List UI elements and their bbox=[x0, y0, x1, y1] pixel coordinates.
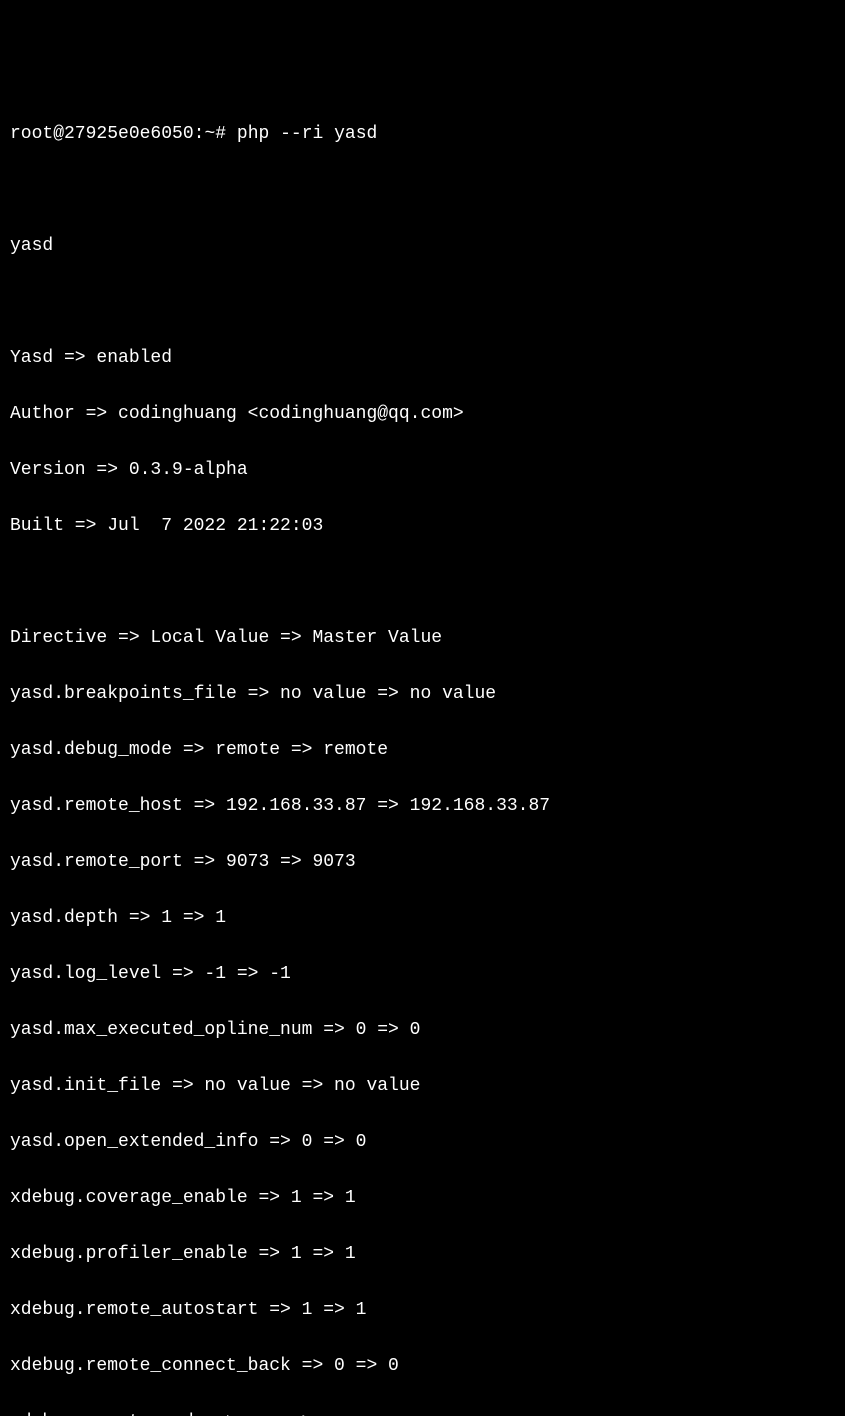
directive-row: xdebug.coverage_enable => 1 => 1 bbox=[10, 1184, 835, 1212]
directive-row: yasd.remote_host => 192.168.33.87 => 192… bbox=[10, 792, 835, 820]
directive-row: yasd.init_file => no value => no value bbox=[10, 1072, 835, 1100]
directive-row: xdebug.remote_mode => req => req bbox=[10, 1408, 835, 1416]
command-text: php --ri yasd bbox=[237, 124, 377, 144]
prompt-user-host: root@27925e0e6050 bbox=[10, 124, 194, 144]
info-author: Author => codinghuang <codinghuang@qq.co… bbox=[10, 400, 835, 428]
directive-row: yasd.max_executed_opline_num => 0 => 0 bbox=[10, 1016, 835, 1044]
blank-line bbox=[10, 176, 835, 204]
directive-row: yasd.open_extended_info => 0 => 0 bbox=[10, 1128, 835, 1156]
prompt-path: ~ bbox=[204, 124, 215, 144]
blank-line bbox=[10, 288, 835, 316]
directive-row: xdebug.profiler_enable => 1 => 1 bbox=[10, 1240, 835, 1268]
directive-row: yasd.breakpoints_file => no value => no … bbox=[10, 680, 835, 708]
directive-row: yasd.log_level => -1 => -1 bbox=[10, 960, 835, 988]
prompt-symbol: # bbox=[215, 124, 226, 144]
directive-row: xdebug.remote_connect_back => 0 => 0 bbox=[10, 1352, 835, 1380]
directive-row: yasd.debug_mode => remote => remote bbox=[10, 736, 835, 764]
blank-line bbox=[10, 568, 835, 596]
directive-row: xdebug.remote_autostart => 1 => 1 bbox=[10, 1296, 835, 1324]
output-header: yasd bbox=[10, 232, 835, 260]
info-built: Built => Jul 7 2022 21:22:03 bbox=[10, 512, 835, 540]
info-version: Version => 0.3.9-alpha bbox=[10, 456, 835, 484]
directive-row: yasd.depth => 1 => 1 bbox=[10, 904, 835, 932]
info-yasd-status: Yasd => enabled bbox=[10, 344, 835, 372]
directive-row: yasd.remote_port => 9073 => 9073 bbox=[10, 848, 835, 876]
directive-header: Directive => Local Value => Master Value bbox=[10, 624, 835, 652]
command-prompt-line[interactable]: root@27925e0e6050:~# php --ri yasd bbox=[10, 120, 835, 148]
